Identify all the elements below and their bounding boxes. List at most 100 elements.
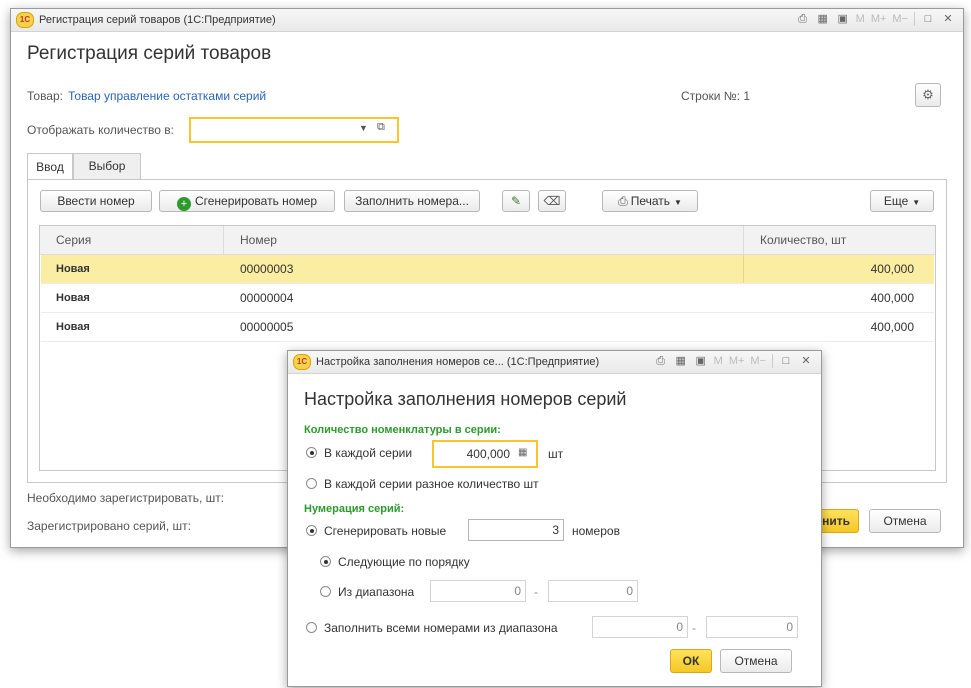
fill-from-field[interactable]: 0 — [592, 616, 688, 638]
close-icon[interactable]: ✕ — [941, 12, 955, 26]
printer-icon: ⎙ — [618, 194, 628, 208]
dialog-titlebar-icons: ⎙ ▦ ▣ M M+ M− □ ✕ — [654, 354, 813, 368]
unit-label: шт — [548, 447, 564, 461]
memory-mminus-button[interactable]: M− — [750, 355, 766, 367]
calculator-icon[interactable]: ▦ — [674, 354, 688, 368]
calculator-icon[interactable]: ▦ — [816, 12, 830, 26]
main-window-title: Регистрация серий товаров (1С:Предприяти… — [39, 14, 276, 26]
fill-all-radio[interactable] — [306, 622, 317, 633]
fill-settings-dialog: 1С Настройка заполнения номеров се... (1… — [287, 350, 822, 687]
fill-to-field[interactable]: 0 — [706, 616, 798, 638]
series-cell: Новая — [56, 321, 90, 333]
generate-plus-icon: + — [176, 197, 191, 211]
table-row[interactable]: Новая 00000004 400,000 — [41, 284, 934, 313]
number-cell: 00000004 — [240, 291, 294, 305]
close-icon[interactable]: ✕ — [799, 354, 813, 368]
dialog-window-title: Настройка заполнения номеров се... (1С:П… — [316, 356, 600, 368]
registered-label: Зарегистрировано серий, шт: — [27, 519, 191, 533]
product-label: Товар: — [27, 89, 63, 103]
enter-number-button[interactable]: Ввести номер — [40, 190, 152, 212]
need-register-label: Необходимо зарегистрировать, шт: — [27, 491, 225, 505]
generate-new-label[interactable]: Сгенерировать новые — [324, 524, 446, 538]
display-qty-label: Отображать количество в: — [27, 123, 174, 137]
numbering-section-header: Нумерация серий: — [304, 503, 405, 515]
different-qty-label[interactable]: В каждой серии разное количество шт — [324, 477, 539, 491]
calendar-icon[interactable]: ▣ — [694, 354, 708, 368]
main-titlebar: 1С Регистрация серий товаров (1С:Предпри… — [11, 9, 963, 32]
clear-button[interactable]: ⌫ — [538, 190, 566, 212]
fill-dash: - — [692, 621, 696, 635]
tab-select[interactable]: Выбор — [73, 153, 141, 179]
settings-button[interactable]: ⚙ — [915, 83, 941, 107]
calendar-icon[interactable]: ▣ — [836, 12, 850, 26]
col-number-header[interactable]: Номер — [240, 226, 277, 254]
sequential-radio[interactable] — [320, 556, 331, 567]
range-to-field[interactable]: 0 — [548, 580, 638, 602]
page-title: Регистрация серий товаров — [27, 43, 272, 64]
tab-select-label: Выбор — [88, 159, 126, 173]
more-button[interactable]: Еще ▼ — [870, 190, 934, 212]
print-preview-icon[interactable]: ⎙ — [796, 12, 810, 26]
col-series-header[interactable]: Серия — [56, 226, 91, 254]
dialog-title: Настройка заполнения номеров серий — [304, 389, 627, 409]
restore-icon[interactable]: □ — [779, 354, 793, 368]
col-qty-header[interactable]: Количество, шт — [760, 226, 846, 254]
table-row[interactable]: Новая 00000005 400,000 — [41, 313, 934, 342]
memory-mplus-button[interactable]: M+ — [729, 355, 745, 367]
number-cell: 00000003 — [240, 262, 294, 276]
range-from-field[interactable]: 0 — [430, 580, 526, 602]
app-logo-icon: 1С — [293, 354, 311, 370]
qty-cell: 400,000 — [870, 320, 914, 334]
calculator-icon[interactable]: ▦ — [518, 447, 527, 458]
generate-count-field[interactable]: 3 — [468, 519, 564, 541]
each-series-radio[interactable] — [306, 447, 317, 458]
dialog-titlebar: 1С Настройка заполнения номеров се... (1… — [288, 351, 821, 374]
chevron-down-icon: ▼ — [674, 198, 682, 207]
each-series-label[interactable]: В каждой серии — [324, 446, 412, 460]
fill-all-label[interactable]: Заполнить всеми номерами из диапазона — [324, 621, 558, 635]
more-label: Еще — [883, 194, 909, 208]
qty-cell: 400,000 — [870, 291, 914, 305]
from-range-label[interactable]: Из диапазона — [338, 585, 414, 599]
tab-input-label: Ввод — [36, 160, 64, 174]
dropdown-arrow-icon[interactable]: ▼ — [359, 123, 368, 133]
from-range-radio[interactable] — [320, 586, 331, 597]
generate-new-radio[interactable] — [306, 525, 317, 536]
ok-button[interactable]: ОК — [670, 649, 712, 673]
cancel-button[interactable]: Отмена — [869, 509, 941, 533]
different-qty-radio[interactable] — [306, 478, 317, 489]
restore-icon[interactable]: □ — [921, 12, 935, 26]
main-titlebar-icons: ⎙ ▦ ▣ M M+ M− □ ✕ — [796, 12, 955, 26]
qty-cell: 400,000 — [870, 262, 914, 276]
pencil-icon: ✎ — [510, 194, 522, 208]
memory-mplus-button[interactable]: M+ — [871, 13, 887, 25]
fill-numbers-button[interactable]: Заполнить номера... — [344, 190, 480, 212]
series-cell: Новая — [56, 292, 90, 304]
memory-m-button[interactable]: M — [856, 13, 865, 25]
open-link-icon[interactable]: ⧉ — [377, 121, 385, 134]
numbers-label: номеров — [572, 524, 620, 538]
table-row[interactable]: Новая 00000003 400,000 — [41, 255, 934, 284]
memory-m-button[interactable]: M — [714, 355, 723, 367]
generate-number-label: Сгенерировать номер — [194, 194, 318, 208]
sequential-label[interactable]: Следующие по порядку — [338, 555, 470, 569]
product-link[interactable]: Товар управление остатками серий — [68, 89, 266, 103]
print-preview-icon[interactable]: ⎙ — [654, 354, 668, 368]
range-dash: - — [534, 585, 538, 599]
app-logo-icon: 1С — [16, 12, 34, 28]
qty-section-header: Количество номенклатуры в серии: — [304, 424, 501, 436]
tab-input[interactable]: Ввод — [27, 153, 73, 180]
each-series-qty-value: 400,000 — [466, 447, 510, 461]
series-cell: Новая — [56, 263, 90, 275]
edit-button[interactable]: ✎ — [502, 190, 530, 212]
gear-icon: ⚙ — [922, 87, 934, 102]
rows-counter: Строки №: 1 — [681, 89, 751, 103]
chevron-down-icon: ▼ — [912, 198, 921, 207]
table-header: Серия Номер Количество, шт — [40, 226, 935, 255]
dialog-cancel-button[interactable]: Отмена — [720, 649, 792, 673]
number-cell: 00000005 — [240, 320, 294, 334]
print-button[interactable]: ⎙ Печать ▼ — [602, 190, 698, 212]
generate-number-button[interactable]: + Сгенерировать номер — [159, 190, 335, 212]
eraser-icon: ⌫ — [543, 194, 561, 208]
memory-mminus-button[interactable]: M− — [892, 13, 908, 25]
